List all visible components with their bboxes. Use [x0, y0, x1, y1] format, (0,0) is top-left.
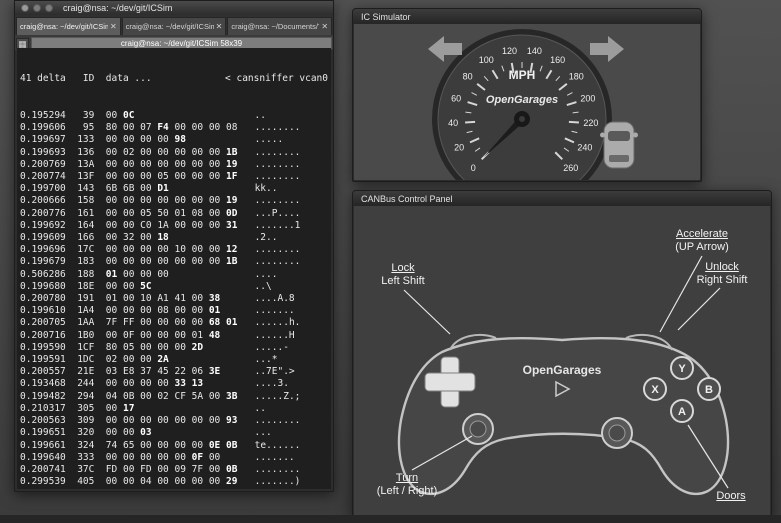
cansniffer-row: 0.200705 1AA 7F FF 00 00 00 00 68 01 ...… [20, 317, 328, 329]
cansniffer-row: 0.199661 324 74 65 00 00 00 00 0E 0B te.… [20, 440, 328, 452]
ic-simulator-titlebar[interactable]: IC Simulator [353, 9, 701, 24]
ic-simulator-body: 0 20 40 60 80 100 120 140 160 180 200 220 240 260 MPH O… [354, 24, 700, 180]
leader-line-lock [404, 290, 450, 334]
cansniffer-row: 0.200774 13F 00 00 00 05 00 00 00 1F ...… [20, 171, 328, 183]
terminal-tabs: craig@nsa: ~/dev/git/ICSim✕craig@nsa: ~/… [15, 15, 333, 35]
svg-text:120: 120 [502, 46, 517, 56]
cansniffer-row: 0.199700 143 6B 6B 00 D1 kk.. [20, 183, 328, 195]
terminal-tab[interactable]: craig@nsa: ~/dev/git/ICSim✕ [122, 17, 227, 35]
car-status-icon [600, 122, 638, 168]
cansniffer-row: 0.199680 18E 00 00 5C ..\ [20, 281, 328, 293]
cansniffer-row: 0.299575 40C 00 00 00 00 04 00 00 13 ...… [20, 488, 328, 489]
cansniffer-row: 0.210317 305 00 17 .. [20, 403, 328, 415]
label-accelerate: Accelerate (UP Arrow) [650, 228, 754, 254]
cansniffer-row: 0.200557 21E 03 E8 37 45 22 06 3E ..7E".… [20, 366, 328, 378]
cansniffer-row: 0.199696 17C 00 00 00 00 10 00 00 12 ...… [20, 244, 328, 256]
maximize-button[interactable] [45, 4, 53, 12]
right-stick-icon [602, 418, 632, 448]
svg-text:160: 160 [550, 55, 565, 65]
label-unlock: Unlock Right Shift [680, 261, 764, 287]
label-turn: Turn (Left / Right) [362, 472, 452, 498]
cansniffer-row: 0.200780 191 01 00 10 A1 41 00 38 ....A.… [20, 293, 328, 305]
cansniffer-row: 0.199610 1A4 00 00 00 08 00 00 01 ......… [20, 305, 328, 317]
ic-simulator-title: IC Simulator [361, 12, 411, 22]
cansniffer-row: 0.199609 166 00 32 00 18 .2.. [20, 232, 328, 244]
cansniffer-row: 0.200776 161 00 00 05 50 01 08 00 0D ...… [20, 208, 328, 220]
tab-label: craig@nsa: ~/dev/git/ICSim [126, 22, 214, 31]
face-button-label: Y [678, 363, 686, 375]
label-lock: Lock Left Shift [364, 262, 442, 288]
svg-text:100: 100 [479, 55, 494, 65]
cansniffer-row: 0.199651 320 00 00 03 ... [20, 427, 328, 439]
svg-text:180: 180 [569, 71, 584, 81]
cansniffer-row: 0.506286 188 01 00 00 00 .... [20, 269, 328, 281]
close-button[interactable] [21, 4, 29, 12]
svg-text:200: 200 [580, 93, 595, 103]
cansniffer-row: 0.199692 164 00 00 C0 1A 00 00 00 31 ...… [20, 220, 328, 232]
label-doors: Doors [696, 490, 766, 503]
turn-signal-right-icon [590, 36, 624, 62]
left-stick-icon [463, 414, 493, 444]
svg-text:0: 0 [471, 163, 476, 173]
canbus-control-panel-titlebar[interactable]: CANBus Control Panel [353, 191, 771, 206]
canbus-control-panel-window: CANBus Control Panel [352, 190, 772, 517]
canbus-control-panel-title: CANBus Control Panel [361, 194, 453, 204]
tab-label: craig@nsa: ~/Documents/T2 [231, 22, 319, 31]
window-title: craig@nsa: ~/dev/git/ICSim [63, 3, 172, 13]
cansniffer-row: 0.200741 37C FD 00 FD 00 09 7F 00 0B ...… [20, 464, 328, 476]
terminal-tab[interactable]: craig@nsa: ~/dev/git/ICSim✕ [16, 17, 121, 35]
tab-close-icon[interactable]: ✕ [110, 22, 117, 31]
cansniffer-row: 0.200666 158 00 00 00 00 00 00 00 19 ...… [20, 195, 328, 207]
tab-close-icon[interactable]: ✕ [216, 22, 223, 31]
svg-text:40: 40 [448, 118, 458, 128]
svg-text:MPH: MPH [509, 68, 536, 82]
tab-label: craig@nsa: ~/dev/git/ICSim [20, 22, 108, 31]
svg-text:240: 240 [577, 142, 592, 152]
svg-text:OpenGarages: OpenGarages [486, 94, 558, 106]
layout-grid-icon: ▦ [16, 38, 29, 49]
tab-close-icon[interactable]: ✕ [321, 22, 328, 31]
terminal-body[interactable]: 41 delta ID data ... < cansniffer vcan0 … [17, 48, 331, 489]
speedometer: 0 20 40 60 80 100 120 140 160 180 200 220 240 260 MPH O… [354, 24, 700, 180]
face-button-label: X [651, 384, 659, 396]
cansniffer-row: 0.199606 95 80 00 07 F4 00 00 00 08 ....… [20, 122, 328, 134]
cansniffer-row: 0.199679 183 00 00 00 00 00 00 00 1B ...… [20, 256, 328, 268]
cansniffer-header: 41 delta ID data ... < cansniffer vcan0 [20, 73, 328, 85]
svg-text:80: 80 [463, 71, 473, 81]
cansniffer-row: 0.200563 309 00 00 00 00 00 00 00 93 ...… [20, 415, 328, 427]
cansniffer-row: 0.200769 13A 00 00 00 00 00 00 00 19 ...… [20, 159, 328, 171]
desktop-edge [0, 515, 781, 523]
cansniffer-row: 0.200716 1B0 00 0F 00 00 00 01 48 ......… [20, 330, 328, 342]
ic-simulator-window: IC Simulator 0 20 40 60 80 100 120 140 160 180 200… [352, 8, 702, 182]
cansniffer-row: 0.199591 1DC 02 00 00 2A ...* [20, 354, 328, 366]
leader-line-unlock [678, 288, 720, 330]
svg-text:140: 140 [527, 46, 542, 56]
controller-brand: OpenGarages [523, 363, 602, 377]
cansniffer-row: 0.199482 294 04 0B 00 02 CF 5A 00 3B ...… [20, 391, 328, 403]
cansniffer-header-columns: 41 delta ID data ... [20, 73, 152, 85]
terminal-window: craig@nsa: ~/dev/git/ICSim craig@nsa: ~/… [14, 0, 334, 492]
cansniffer-row: 0.199697 133 00 00 00 00 98 ..... [20, 134, 328, 146]
canbus-control-panel-body: OpenGarages Y X B A Accelerate (UP Arrow) L… [354, 206, 770, 515]
svg-text:260: 260 [563, 163, 578, 173]
svg-text:60: 60 [451, 93, 461, 103]
terminal-titlebar[interactable]: craig@nsa: ~/dev/git/ICSim [15, 1, 333, 15]
cansniffer-row: 0.193468 244 00 00 00 00 33 13 ....3. [20, 378, 328, 390]
cansniffer-row: 0.199590 1CF 80 05 00 00 00 2D .....- [20, 342, 328, 354]
minimize-button[interactable] [33, 4, 41, 12]
cansniffer-row: 0.299539 405 00 00 04 00 00 00 00 29 ...… [20, 476, 328, 488]
face-button-label: A [678, 406, 686, 418]
cansniffer-row: 0.199693 136 00 02 00 00 00 00 00 1B ...… [20, 147, 328, 159]
cansniffer-header-command: < cansniffer vcan0 [225, 73, 328, 85]
cansniffer-row: 0.195294 39 00 0C .. [20, 110, 328, 122]
face-button-label: B [705, 384, 713, 396]
svg-text:220: 220 [583, 118, 598, 128]
terminal-tab[interactable]: craig@nsa: ~/Documents/T2✕ [227, 17, 332, 35]
svg-text:20: 20 [454, 142, 464, 152]
cansniffer-row: 0.199640 333 00 00 00 00 00 0F 00 ......… [20, 452, 328, 464]
